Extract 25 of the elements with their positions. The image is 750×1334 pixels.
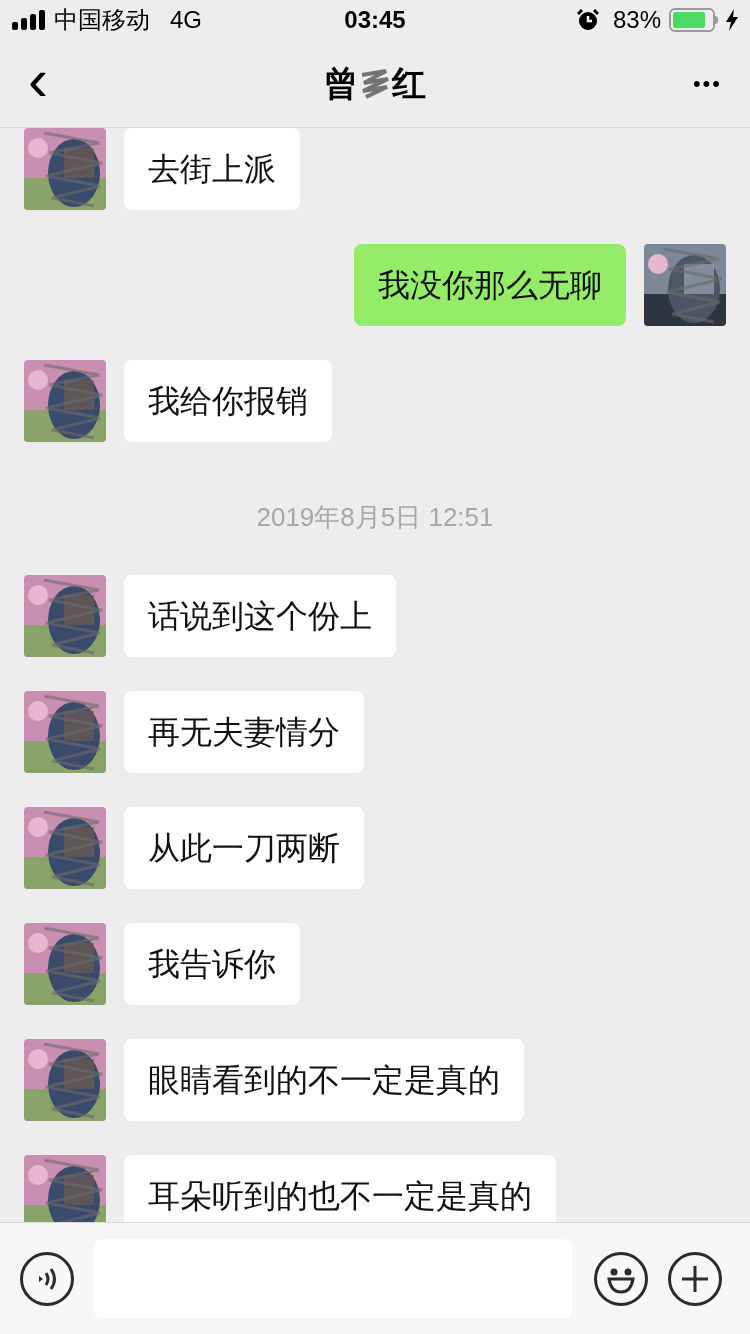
message-bubble: 去街上派 bbox=[124, 128, 300, 210]
alarm-icon bbox=[576, 9, 599, 31]
chat-title-text: 红 bbox=[392, 63, 426, 104]
network-text: 4G bbox=[170, 5, 202, 35]
emoji-button[interactable] bbox=[594, 1251, 648, 1306]
timestamp: 2019年8月5日 12:51 bbox=[256, 501, 494, 534]
message-bubble: 眼睛看到的不一定是真的 bbox=[124, 1039, 524, 1121]
status-time: 03:45 bbox=[344, 5, 406, 35]
message-bubble: 我给你报销 bbox=[124, 360, 332, 442]
signal-icon bbox=[12, 10, 48, 30]
add-button[interactable] bbox=[668, 1251, 722, 1306]
message-bubble: 耳朵听到的也不一定是真的 bbox=[124, 1155, 556, 1222]
message-bubble: 再无夫妻情分 bbox=[124, 691, 364, 773]
message-bubble: 从此一刀两断 bbox=[124, 807, 364, 889]
battery-icon bbox=[669, 8, 718, 32]
message-bubble: 我没你那么无聊 bbox=[354, 244, 626, 326]
carrier-text: 中国移动 bbox=[54, 5, 150, 35]
message-bubble: 我告诉你 bbox=[124, 923, 300, 1005]
battery-percent: 83% bbox=[612, 5, 661, 35]
message-bubble: 话说到这个份上 bbox=[124, 575, 396, 657]
voice-button[interactable] bbox=[20, 1251, 74, 1306]
back-button[interactable]: ‹ bbox=[28, 49, 88, 110]
plus-icon bbox=[680, 1263, 710, 1294]
more-button[interactable]: ••• bbox=[662, 67, 722, 100]
chat-title-text: 曾 bbox=[324, 63, 358, 104]
